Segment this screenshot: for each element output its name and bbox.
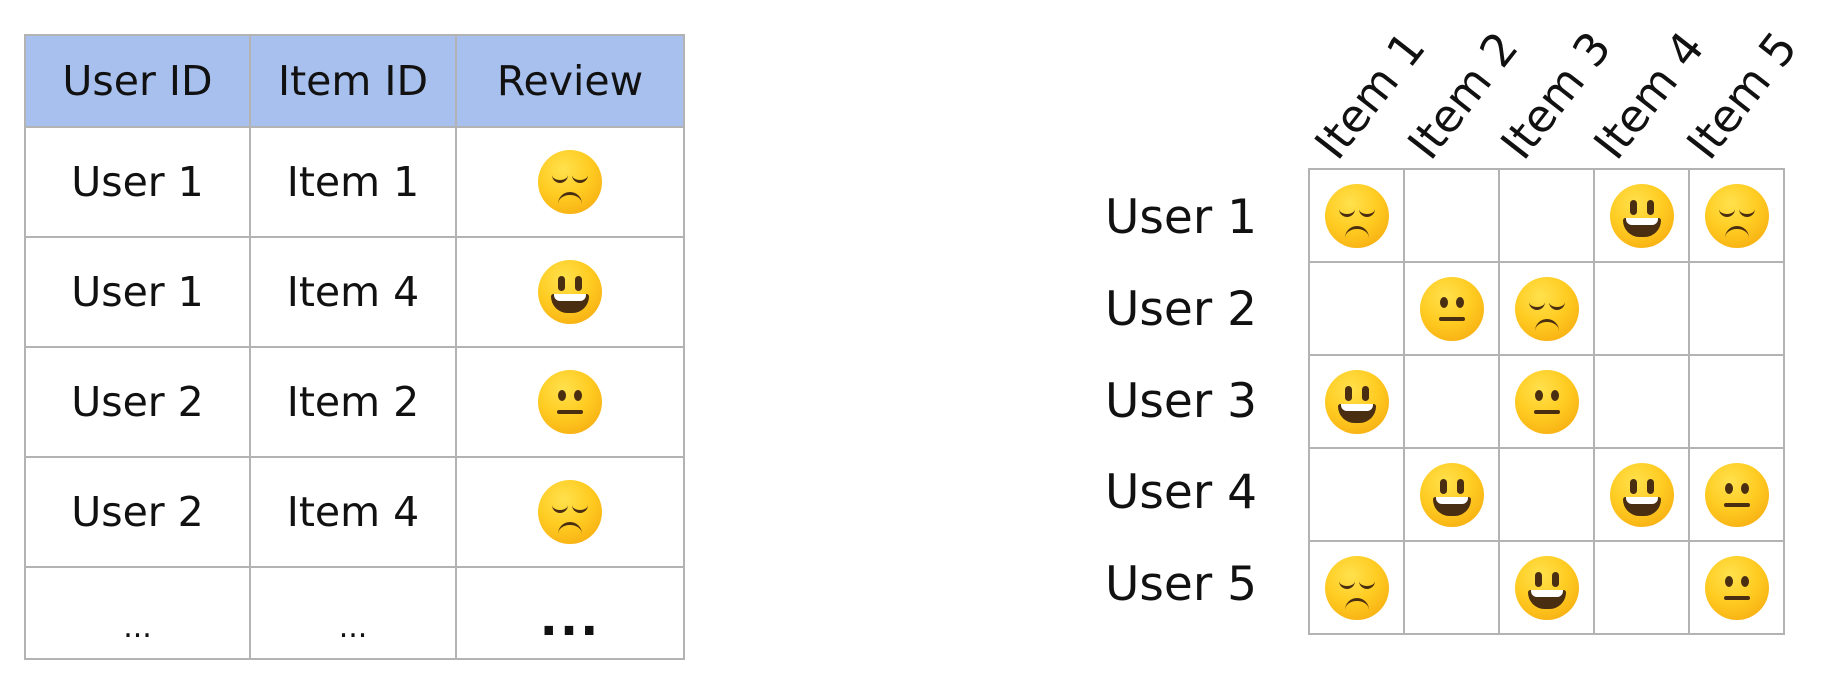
table-row: User 2 Item 4 [24,456,685,568]
ellipsis-text: ... [539,591,601,647]
matrix-cell [1688,168,1785,263]
cell-review [455,126,685,238]
table-row: User 1 Item 1 [24,126,685,238]
matrix-cell [1593,447,1690,542]
disappointed-face-icon [1324,555,1389,620]
matrix-row [1308,447,1785,542]
matrix-cell [1403,261,1500,356]
row-label-user-4: User 4 [1105,465,1257,520]
cell-user-id: User 1 [24,236,251,348]
matrix-cell [1308,447,1405,542]
grinning-face-icon [1609,462,1674,527]
matrix-cell [1403,447,1500,542]
header-user-id: User ID [24,34,251,128]
matrix-cell [1403,540,1500,635]
header-review: Review [455,34,685,128]
matrix-cell [1308,168,1405,263]
ellipsis-cell: ... [24,566,251,660]
matrix-row [1308,540,1785,635]
cell-review [455,236,685,348]
matrix-cell [1308,354,1405,449]
grinning-face-icon [1324,369,1389,434]
cell-item-id: Item 1 [249,126,457,238]
ellipsis-cell: ... [249,566,457,660]
matrix-cell [1498,354,1595,449]
cell-user-id: User 1 [24,126,251,238]
matrix-row [1308,354,1785,449]
neutral-face-icon [538,370,602,434]
cell-item-id: Item 4 [249,236,457,348]
matrix-cell [1498,261,1595,356]
matrix-cell [1498,447,1595,542]
cell-review [455,456,685,568]
matrix-cell [1688,261,1785,356]
matrix-cell [1688,354,1785,449]
neutral-face-icon [1704,462,1769,527]
disappointed-face-icon [1704,183,1769,248]
matrix-row [1308,261,1785,356]
table-row: User 1 Item 4 [24,236,685,348]
cell-user-id: User 2 [24,456,251,568]
cell-review [455,346,685,458]
matrix-cell [1498,168,1595,263]
grinning-face-icon [1609,183,1674,248]
ellipsis-cell: ... [455,566,685,660]
user-item-matrix: User 1 User 2 User 3 User 4 User 5 Item … [1105,22,1808,635]
neutral-face-icon [1704,555,1769,620]
matrix-row [1308,168,1785,263]
matrix-cell [1593,540,1690,635]
review-log-table: User ID Item ID Review User 1 Item 1 Use… [24,34,685,660]
ellipsis-text: ... [123,610,152,645]
matrix-cell [1403,168,1500,263]
disappointed-face-icon [538,150,602,214]
table-ellipsis-row: ... ... ... [24,566,685,660]
disappointed-face-icon [1324,183,1389,248]
matrix-cell [1403,354,1500,449]
matrix-cell [1593,261,1690,356]
matrix-cell [1688,540,1785,635]
disappointed-face-icon [1514,276,1579,341]
neutral-face-icon [1514,369,1579,434]
matrix-cell [1308,540,1405,635]
row-label-user-5: User 5 [1105,557,1257,612]
ellipsis-text: ... [338,610,368,645]
row-label-user-3: User 3 [1105,374,1257,429]
table-header-row: User ID Item ID Review [24,34,685,128]
matrix-cell [1593,168,1690,263]
disappointed-face-icon [538,480,602,544]
matrix-cell [1688,447,1785,542]
matrix-cell [1498,540,1595,635]
row-label-user-1: User 1 [1105,190,1257,245]
matrix-cell [1593,354,1690,449]
row-label-user-2: User 2 [1105,282,1257,337]
matrix-grid [1308,168,1785,635]
cell-user-id: User 2 [24,346,251,458]
cell-item-id: Item 2 [249,346,457,458]
table-row: User 2 Item 2 [24,346,685,458]
neutral-face-icon [1419,276,1484,341]
grinning-face-icon [1419,462,1484,527]
cell-item-id: Item 4 [249,456,457,568]
grinning-face-icon [538,260,602,324]
grinning-face-icon [1514,555,1579,620]
header-item-id: Item ID [249,34,457,128]
matrix-cell [1308,261,1405,356]
